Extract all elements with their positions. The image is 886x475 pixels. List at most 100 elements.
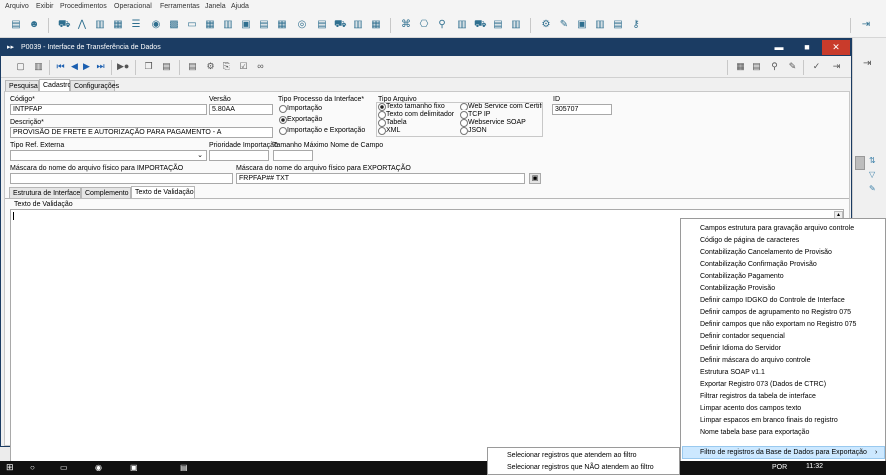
user-icon[interactable]: ☻	[28, 19, 40, 31]
doc-check-icon[interactable]: ▤	[492, 19, 504, 31]
tab-pesquisa[interactable]: Pesquisa	[5, 80, 39, 91]
notes-icon[interactable]: ▤	[161, 61, 172, 72]
menu-item-nome-tabela-base[interactable]: Nome tabela base para exportação	[700, 429, 809, 436]
network-icon[interactable]: ⌘	[400, 19, 412, 31]
menu-item-limpar-acento[interactable]: Limpar acento dos campos texto	[700, 405, 801, 412]
globe-icon[interactable]: ◉	[150, 19, 162, 31]
tab-complemento[interactable]: Complemento	[81, 187, 131, 198]
coins-icon[interactable]: ◎	[296, 19, 308, 31]
menu-exibir[interactable]: Exibir	[36, 3, 54, 10]
radio-importacao[interactable]: Importação	[279, 105, 322, 113]
run-icon[interactable]: ▶●	[117, 61, 129, 72]
menu-item-mascara-arquivo-controle[interactable]: Definir máscara do arquivo controle	[700, 357, 811, 364]
menu-procedimentos[interactable]: Procedimentos	[60, 3, 107, 10]
truck-route-icon[interactable]: ⛟	[474, 19, 487, 31]
menu-item-idioma-servidor[interactable]: Definir Idioma do Servidor	[700, 345, 781, 352]
descricao-input[interactable]: PROVISÃO DE FRETE E AUTORIZAÇÃO PARA PAG…	[10, 127, 273, 138]
chevron-down-icon[interactable]: ⌄	[195, 151, 205, 160]
menu-ferramentas[interactable]: Ferramentas	[160, 3, 200, 10]
connection-icon[interactable]: ⎔	[418, 19, 430, 31]
app-icon[interactable]: ◉	[95, 463, 102, 472]
radio-texto-delimitador[interactable]: Texto com delimitador	[378, 111, 454, 119]
minimize-button[interactable]: ▬	[766, 40, 792, 55]
menu-item-contabilizacao-pagamento[interactable]: Contabilização Pagamento	[700, 273, 784, 280]
calendar-icon[interactable]: ▦	[370, 19, 382, 31]
menu-ajuda[interactable]: Ajuda	[231, 3, 249, 10]
exit-icon[interactable]: ⇥	[863, 58, 875, 70]
search-icon[interactable]: ⚲	[769, 61, 780, 72]
menu-item-campos-agrupamento[interactable]: Definir campos de agrupamento no Registr…	[700, 309, 851, 316]
new-record-icon[interactable]: ▢	[15, 61, 26, 72]
table-icon[interactable]: ▦	[204, 19, 216, 31]
road-icon[interactable]: ⋀	[76, 19, 88, 31]
sort-filter-icon[interactable]: ⇅	[869, 156, 879, 166]
first-record-icon[interactable]: ⏮	[55, 61, 66, 72]
truck-icon[interactable]: ⛟	[58, 19, 71, 31]
server-icon[interactable]: ▥	[510, 19, 522, 31]
invoice-icon[interactable]: ▤	[316, 19, 328, 31]
versao-input[interactable]: 5.80AA	[209, 104, 273, 115]
menu-item-campos-nao-exportam[interactable]: Definir campos que não exportam no Regis…	[700, 321, 856, 328]
menu-item-campo-idgko[interactable]: Definir campo IDGKO do Controle de Inter…	[700, 297, 845, 304]
submenu-item-atendem-filtro[interactable]: Selecionar registros que atendem ao filt…	[507, 452, 637, 459]
report-icon[interactable]: ▥	[352, 19, 364, 31]
box-icon[interactable]: ▣	[240, 19, 252, 31]
radio-json[interactable]: JSON	[460, 127, 487, 135]
menu-item-filtrar-registros[interactable]: Filtrar registros da tabela de interface	[700, 393, 816, 400]
menu-arquivo[interactable]: Arquivo	[5, 3, 29, 10]
confirm-icon[interactable]: ✓	[811, 61, 822, 72]
menu-item-filtro-registros-base[interactable]: Filtro de registros da Base de Dados par…	[700, 449, 867, 456]
delete-icon[interactable]: ▥	[33, 61, 44, 72]
menu-janela[interactable]: Janela	[205, 3, 226, 10]
menu-item-limpar-espacos[interactable]: Limpar espacos em branco finais do regis…	[700, 417, 838, 424]
submenu-item-nao-atendem-filtro[interactable]: Selecionar registros que NÃO atendem ao …	[507, 464, 654, 471]
link-icon[interactable]: ∞	[255, 61, 266, 72]
prioridade-input[interactable]	[209, 150, 269, 161]
mascara-importacao-input[interactable]	[10, 173, 233, 184]
next-record-icon[interactable]: ▶	[81, 61, 92, 72]
menu-item-confirmacao-provisao[interactable]: Contabilização Confirmação Provisão	[700, 261, 817, 268]
previous-record-icon[interactable]: ◀	[69, 61, 80, 72]
list-icon[interactable]: ☰	[130, 19, 142, 31]
menu-item-contador-sequencial[interactable]: Definir contador sequencial	[700, 333, 785, 340]
app-icon[interactable]: ▤	[180, 463, 188, 472]
panel-scroll-handle[interactable]	[855, 156, 865, 170]
radio-xml[interactable]: XML	[378, 127, 400, 135]
grid-view-icon[interactable]: ▦	[735, 61, 746, 72]
calculator-icon[interactable]: ▩	[168, 19, 180, 31]
tamanho-input[interactable]	[273, 150, 313, 161]
id-input[interactable]: 305707	[552, 104, 612, 115]
stack-icon[interactable]: ▦	[112, 19, 124, 31]
edit-icon[interactable]: ✎	[787, 61, 798, 72]
close-button[interactable]: ✕	[822, 40, 850, 55]
edit-icon[interactable]: ✎	[869, 184, 879, 194]
radio-tcp-ip[interactable]: TCP IP	[460, 111, 490, 119]
warehouse-icon[interactable]: ▤	[258, 19, 270, 31]
task-view-icon[interactable]: ▭	[60, 463, 68, 472]
image-icon[interactable]: ▣	[576, 19, 588, 31]
menu-item-codigo-pagina[interactable]: Código de página de caracteres	[700, 237, 799, 244]
tab-configuracoes[interactable]: Configurações	[70, 80, 119, 91]
app-icon[interactable]: ▣	[130, 463, 138, 472]
key-icon[interactable]: ⚷	[630, 19, 642, 31]
checkbox-icon[interactable]: ☑	[238, 61, 249, 72]
copy-icon[interactable]: ❐	[143, 61, 154, 72]
bars-icon[interactable]: ▥	[456, 19, 468, 31]
grid-icon[interactable]: ▦	[276, 19, 288, 31]
radio-texto-tamanho-fixo[interactable]: Texto tamanho fixo	[378, 103, 445, 111]
radio-importacao-exportacao[interactable]: Importação e Exportação	[279, 127, 365, 135]
gear-icon[interactable]: ⚙	[540, 19, 552, 31]
attach-icon[interactable]: ⎘	[221, 61, 232, 72]
exit-window-icon[interactable]: ⇥	[831, 61, 842, 72]
last-record-icon[interactable]: ⏭	[95, 61, 106, 72]
taskbar-clock[interactable]: 11:32	[806, 463, 823, 470]
tab-cadastro[interactable]: Cadastro	[39, 79, 71, 91]
menu-item-campos-estrutura[interactable]: Campos estrutura para gravação arquivo c…	[700, 225, 854, 232]
tools-icon[interactable]: ✎	[558, 19, 570, 31]
doc-icon[interactable]: ▥	[94, 19, 106, 31]
settings-icon[interactable]: ⚙	[205, 61, 216, 72]
print-icon[interactable]: ▤	[187, 61, 198, 72]
folder-icon[interactable]: ▭	[186, 19, 198, 31]
radio-tabela[interactable]: Tabela	[378, 119, 407, 127]
map-pin-icon[interactable]: ⚲	[436, 19, 448, 31]
